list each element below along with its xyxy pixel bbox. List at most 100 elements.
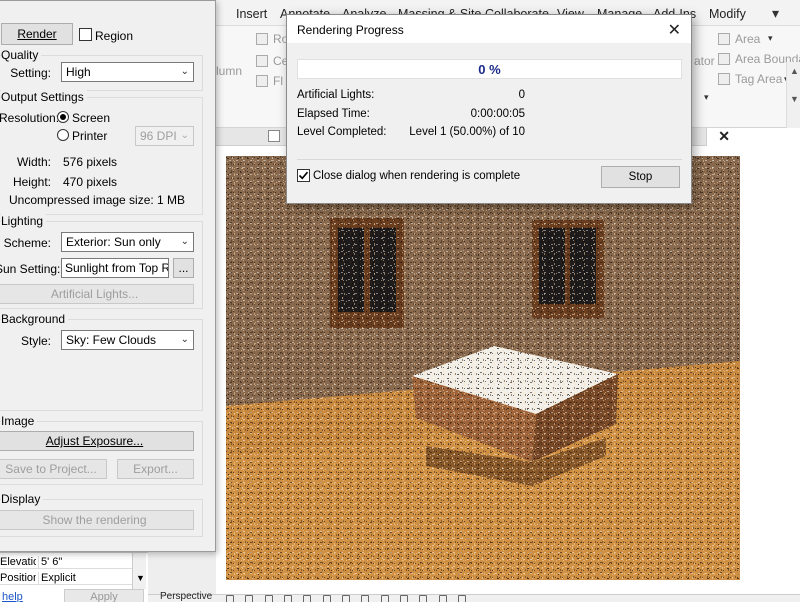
analysis-icon[interactable]: [438, 595, 447, 602]
adjust-exposure-label: Adjust Exposure...: [45, 434, 144, 448]
dpi-value: 96 DPI: [140, 129, 177, 143]
lock-icon[interactable]: [361, 595, 370, 602]
ribbon-minimize-icon[interactable]: ▾: [772, 5, 779, 22]
export-button[interactable]: Export...: [117, 459, 194, 479]
image-group-title: Image: [1, 414, 38, 428]
separator-tool[interactable]: ator: [694, 54, 715, 68]
show-rendering-button[interactable]: Show the rendering: [0, 510, 194, 530]
divider: [297, 159, 682, 160]
tag-icon: [718, 73, 730, 85]
display-group-title: Display: [1, 492, 44, 506]
elapsed-time-value: 0:00:00:05: [470, 108, 525, 120]
tag-area-label: Tag Area: [735, 72, 783, 86]
render-icon[interactable]: [303, 595, 312, 602]
chevron-down-icon: ⌄: [180, 66, 189, 77]
printer-label: Printer: [72, 129, 108, 143]
background-style-dropdown[interactable]: Sky: Few Clouds ⌄: [61, 330, 194, 350]
lighting-scheme-dropdown[interactable]: Exterior: Sun only ⌄: [61, 232, 194, 252]
property-value[interactable]: Explicit: [38, 572, 76, 584]
render-button-label: Render: [17, 27, 57, 41]
render-button[interactable]: Render: [1, 23, 73, 45]
rendered-image: [226, 156, 740, 580]
progress-percent: 0 %: [478, 62, 501, 77]
area-dropdown-icon[interactable]: ▾: [768, 33, 773, 44]
background-group-title: Background: [1, 312, 69, 326]
properties-panel: Elevation 5' 6" Position Explicit ▼ help…: [0, 552, 148, 602]
scale-icon[interactable]: [226, 595, 234, 602]
adjust-exposure-button[interactable]: Adjust Exposure...: [0, 431, 194, 451]
region-checkbox[interactable]: [79, 28, 92, 41]
chevron-down-icon: ⌄: [180, 130, 189, 141]
quality-setting-dropdown[interactable]: High ⌄: [61, 62, 194, 82]
printer-radio[interactable]: [57, 129, 69, 141]
detail-level-icon[interactable]: [245, 595, 254, 602]
level-completed-value: Level 1 (50.00%) of 10: [409, 126, 525, 138]
sun-setting-label: Sun Setting:: [0, 262, 61, 276]
artificial-lights-value: 0: [518, 89, 525, 101]
property-key: Position: [0, 572, 36, 584]
temporary-hide-icon[interactable]: [400, 595, 409, 602]
uncompressed-size-value: 1 MB: [157, 193, 186, 207]
uncompressed-size-label: Uncompressed image size:: [9, 193, 154, 207]
close-when-complete-checkbox[interactable]: [297, 169, 310, 182]
panel-expand-icon[interactable]: ▾: [704, 92, 709, 103]
scroll-down-icon[interactable]: ▼: [790, 94, 799, 104]
save-to-project-button[interactable]: Save to Project...: [0, 459, 107, 479]
scroll-up-icon[interactable]: ▲: [790, 66, 799, 76]
tag-area-button[interactable]: Tag Area: [718, 72, 782, 86]
shadows-icon[interactable]: [284, 595, 293, 602]
room-tool-2[interactable]: Ce: [256, 54, 288, 68]
sun-path-icon[interactable]: [264, 595, 273, 602]
ribbon-scrollbar[interactable]: ▲ ▼: [786, 62, 800, 132]
progress-dialog-title: Rendering Progress: [297, 23, 404, 37]
stop-button[interactable]: Stop: [601, 166, 680, 188]
tab-insert[interactable]: Insert: [236, 7, 267, 21]
level-completed-label: Level Completed:: [297, 126, 387, 138]
background-style-value: Sky: Few Clouds: [66, 333, 157, 347]
region-label: Region: [95, 29, 134, 43]
rendering-progress-dialog: Rendering Progress ✕ 0 % Artificial Ligh…: [286, 14, 692, 204]
area-boundary-icon: [718, 53, 730, 65]
view-icon: [268, 130, 280, 142]
property-row[interactable]: Elevation 5' 6": [0, 555, 132, 569]
render-progress-bar: 0 %: [297, 59, 682, 79]
output-settings-group-title: Output Settings: [1, 90, 87, 104]
constraints-icon[interactable]: [458, 595, 467, 602]
properties-help-link[interactable]: help: [2, 591, 23, 602]
artificial-lights-button[interactable]: Artificial Lights...: [0, 284, 194, 304]
rendering-settings-dialog: Render Region Quality Setting: High ⌄ Out…: [0, 0, 216, 552]
checkmark-icon: [298, 171, 309, 180]
reveal-icon[interactable]: [419, 595, 428, 602]
property-row[interactable]: Position Explicit: [0, 571, 132, 585]
sun-setting-browse-button[interactable]: ...: [173, 258, 194, 278]
apply-button[interactable]: Apply: [64, 589, 144, 602]
floor-icon: [256, 75, 268, 87]
close-when-complete-label: Close dialog when rendering is complete: [313, 170, 521, 182]
height-value: 470 pixels: [63, 175, 118, 189]
width-value: 576 pixels: [63, 155, 118, 169]
room-tool-1[interactable]: Ro: [256, 32, 288, 46]
crop-region-icon[interactable]: [342, 595, 351, 602]
view-control-icons: [226, 592, 474, 602]
scroll-down-icon[interactable]: ▼: [136, 573, 145, 583]
hide-icon[interactable]: [380, 595, 389, 602]
close-view-icon[interactable]: ✕: [718, 128, 730, 145]
property-value[interactable]: 5' 6": [38, 556, 62, 568]
elapsed-time-label: Elapsed Time:: [297, 108, 370, 120]
area-button[interactable]: Area: [718, 32, 760, 46]
dpi-dropdown[interactable]: 96 DPI ⌄: [135, 126, 194, 146]
area-icon: [718, 33, 730, 45]
area-label: Area: [735, 32, 761, 46]
close-icon[interactable]: ✕: [668, 20, 681, 40]
view-style-label[interactable]: Perspective: [160, 591, 212, 602]
column-button[interactable]: lumn: [216, 64, 242, 78]
sun-setting-field[interactable]: Sunlight from Top Righ: [61, 258, 169, 278]
room-tool-3[interactable]: Fl: [256, 74, 283, 88]
screen-radio[interactable]: [57, 111, 69, 123]
tab-modify[interactable]: Modify: [709, 7, 746, 21]
progress-dialog-titlebar[interactable]: Rendering Progress ✕: [287, 15, 691, 43]
resolution-label: Resolution:: [0, 111, 60, 125]
room-icon: [256, 33, 268, 45]
properties-scrollbar[interactable]: ▼: [132, 553, 146, 589]
crop-icon[interactable]: [322, 595, 331, 602]
